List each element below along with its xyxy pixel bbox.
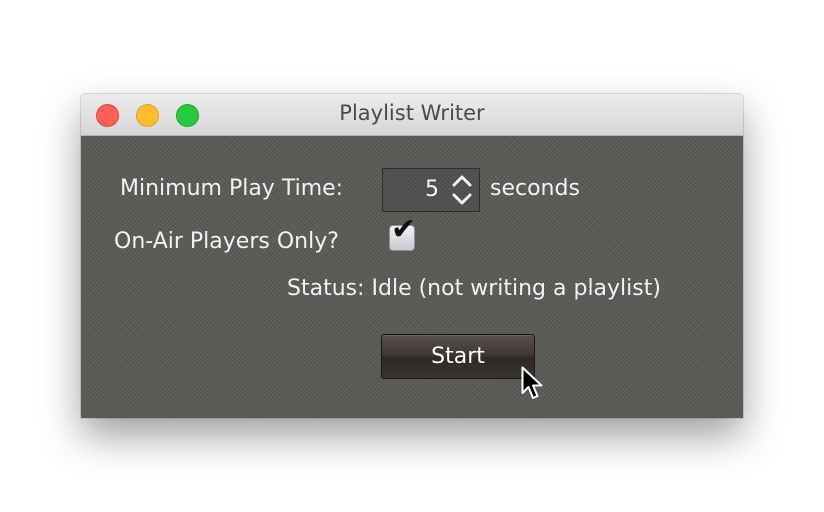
min-play-time-unit: seconds	[490, 176, 580, 201]
min-play-time-label: Minimum Play Time:	[120, 176, 344, 201]
mouse-pointer-icon	[521, 366, 543, 399]
up-down-arrows-icon[interactable]	[445, 169, 479, 211]
title-bar[interactable]: Playlist Writer	[81, 94, 743, 136]
window-title: Playlist Writer	[339, 101, 485, 125]
content-panel: Minimum Play Time: 5 seconds On-Air Play…	[81, 136, 743, 418]
start-button[interactable]: Start	[381, 334, 535, 379]
status-text: Status: Idle (not writing a playlist)	[287, 276, 661, 301]
on-air-label: On-Air Players Only?	[114, 229, 339, 254]
checkmark-icon: ✔	[391, 212, 417, 247]
playlist-writer-window: Playlist Writer Minimum Play Time: 5 sec…	[81, 94, 743, 418]
min-play-time-value[interactable]: 5	[425, 177, 439, 202]
min-play-time-stepper[interactable]: 5	[382, 168, 480, 212]
on-air-checkbox[interactable]: ✔	[389, 215, 416, 251]
